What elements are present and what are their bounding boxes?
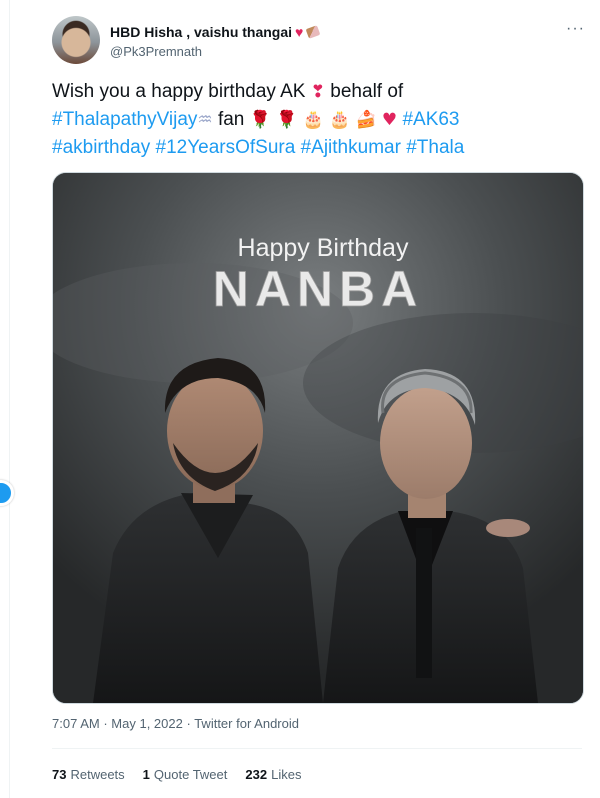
tweet-time[interactable]: 7:07 AM: [52, 716, 100, 731]
likes-label: Likes: [271, 767, 302, 782]
shortcake-icon: 🍰: [355, 110, 377, 130]
likes-stat[interactable]: 232 Likes: [245, 767, 301, 782]
wave-icon: ♒: [197, 110, 213, 130]
timeline-left-edge: [0, 0, 14, 798]
hashtag-ajithkumar[interactable]: #Ajithkumar: [301, 137, 401, 158]
more-options-icon[interactable]: ···: [566, 20, 585, 38]
poster-title-nanba: NANBA: [213, 261, 424, 317]
quote-tweets-stat[interactable]: 1 Quote Tweet: [143, 767, 228, 782]
tweet-date[interactable]: May 1, 2022: [111, 716, 183, 731]
red-heart-icon: ♥: [381, 110, 398, 130]
likes-count: 232: [245, 767, 268, 782]
quotes-label: Quote Tweet: [153, 767, 228, 782]
birthday-cake-icon: 🎂: [302, 110, 324, 130]
heavy-heart-icon: ❣: [310, 82, 326, 102]
red-heart-icon: ♥: [295, 24, 304, 40]
tweet-media-image[interactable]: Happy Birthday NANBA: [52, 172, 584, 704]
tweet-card: HBD Hisha , vaishu thangai ♥ @Pk3Premnat…: [10, 0, 600, 798]
hashtag-thala[interactable]: #Thala: [406, 137, 464, 158]
poster-title-happy-birthday: Happy Birthday: [238, 234, 409, 262]
rose-icon: 🌹: [276, 110, 298, 130]
retweets-stat[interactable]: 73 Retweets: [52, 767, 125, 782]
hashtag-thalapathyvijay[interactable]: #ThalapathyVijay: [52, 109, 197, 130]
hashtag-akbirthday[interactable]: #akbirthday: [52, 137, 150, 158]
chocolate-bar-icon: [306, 25, 321, 39]
author-name-row[interactable]: HBD Hisha , vaishu thangai ♥: [110, 24, 321, 40]
divider: [52, 748, 582, 749]
author-handle[interactable]: @Pk3Premnath: [110, 44, 202, 59]
tweet-text-segment: Wish you a happy birthday AK: [52, 81, 306, 102]
tweet-text: Wish you a happy birthday AK ❣ behalf of…: [52, 78, 592, 161]
hand-on-shoulder: [486, 519, 530, 537]
tweet-stats: 73 Retweets 1 Quote Tweet 232 Likes: [52, 767, 301, 782]
author-display-name[interactable]: HBD Hisha , vaishu thangai: [110, 24, 292, 40]
tweet-text-segment: behalf of: [330, 81, 404, 102]
birthday-cake-icon: 🎂: [329, 110, 351, 130]
tweet-metadata: 7:07 AM · May 1, 2022 · Twitter for Andr…: [52, 716, 299, 731]
quotes-count: 1: [142, 767, 150, 782]
tweet-source[interactable]: Twitter for Android: [194, 716, 299, 731]
retweets-count: 73: [52, 767, 67, 782]
rose-icon: 🌹: [249, 110, 271, 130]
hashtag-12yearsofsura[interactable]: #12YearsOfSura: [156, 137, 296, 158]
retweets-label: Retweets: [70, 767, 125, 782]
avatar[interactable]: [52, 16, 100, 64]
meta-separator: ·: [186, 716, 191, 731]
meta-separator: ·: [103, 716, 108, 731]
tweet-text-segment: fan: [217, 109, 245, 130]
hashtag-ak63[interactable]: #AK63: [402, 109, 459, 130]
